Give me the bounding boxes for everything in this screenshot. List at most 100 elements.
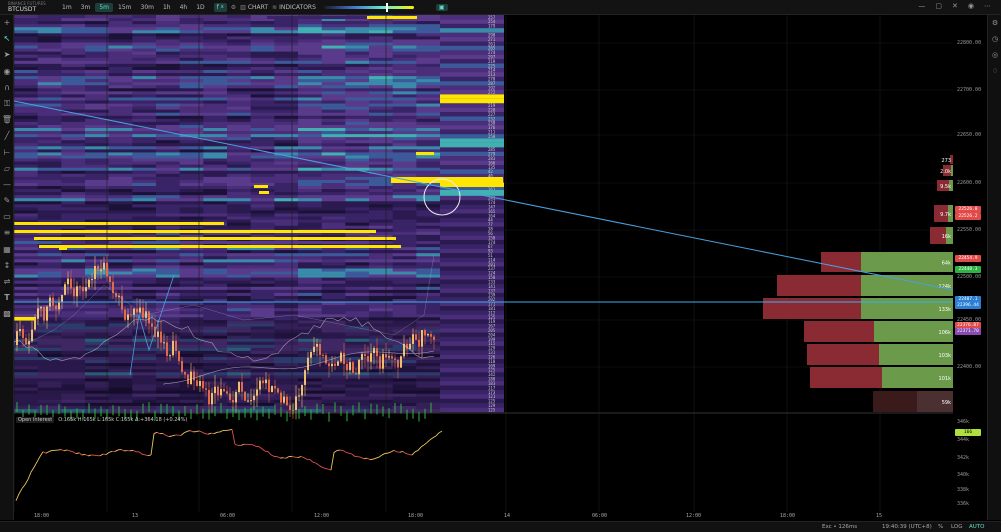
oi-legend: Open Interest O:165k H:165k L:165k C:165… xyxy=(16,417,187,423)
settings-icon[interactable]: ⚙ xyxy=(231,4,236,11)
fx-button[interactable]: fx xyxy=(213,2,227,12)
indicators-icon: ≋ xyxy=(272,3,278,11)
timeframe-1D[interactable]: 1D xyxy=(192,3,208,12)
pattern-icon[interactable]: ▦ xyxy=(0,242,14,258)
grid-icon[interactable]: ▩ xyxy=(0,306,14,322)
time-label: 18:00 xyxy=(408,513,424,519)
oi-last-tag: 166 xyxy=(955,429,981,436)
volume-label: 273 xyxy=(941,158,951,164)
chart-button[interactable]: ▥ CHART xyxy=(240,4,268,11)
layers-icon[interactable]: ◎ xyxy=(988,47,1001,63)
screenshot-icon[interactable]: ◉ xyxy=(968,2,974,10)
price-label: 22600.00 xyxy=(957,180,982,186)
arrow-icon[interactable]: ➤ xyxy=(0,47,14,63)
hline-icon[interactable]: — xyxy=(0,177,14,193)
oi-axis-label: 340k xyxy=(957,472,970,478)
rectangle-icon[interactable]: ▭ xyxy=(0,209,14,225)
timeframe-4h[interactable]: 4h xyxy=(176,3,192,12)
latency-indicator: Exc • 126ms xyxy=(822,524,858,530)
volume-label: 101k xyxy=(939,376,952,382)
range-icon[interactable]: ⇌ xyxy=(0,274,14,290)
channel-icon[interactable]: ≡ xyxy=(0,225,14,241)
measure-icon[interactable]: ↕ xyxy=(0,258,14,274)
time-label: 15 xyxy=(876,513,883,519)
price-label: 22550.00 xyxy=(957,227,982,233)
log-toggle[interactable]: LOG xyxy=(951,524,962,530)
volume-ask-bar xyxy=(804,321,874,342)
timeframe-1m[interactable]: 1m xyxy=(58,3,76,12)
trash-icon[interactable]: 🗑 xyxy=(0,112,14,128)
price-tag: 22526.0 xyxy=(955,206,981,213)
crosshair-icon[interactable]: + xyxy=(0,15,14,31)
volume-bid-bar xyxy=(861,252,953,272)
eye-icon[interactable]: ◉ xyxy=(0,64,14,80)
oi-values: O:165k H:165k L:165k C:165k Δ:+364.18 (+… xyxy=(58,417,188,423)
volume-ask-bar xyxy=(763,298,861,319)
top-toolbar: BINANCE FUTURES BTCUSDT 1m 3m 5m 15m 30m 1h 4h… xyxy=(0,0,1001,15)
volume-label: 9.7k xyxy=(940,212,951,218)
price-label: 22650.00 xyxy=(957,132,982,138)
timeframe-group: 1m 3m 5m 15m 30m 1h 4h 1D xyxy=(58,2,210,12)
auto-toggle[interactable]: AUTO xyxy=(969,524,984,530)
time-label: 12:00 xyxy=(314,513,330,519)
chart-canvas[interactable]: 2572541792122902712612652742972192252142… xyxy=(14,15,953,512)
price-label: 22400.00 xyxy=(957,364,982,370)
time-label: 12:00 xyxy=(686,513,702,519)
cursor-icon[interactable]: ↖ xyxy=(0,31,14,47)
indicators-button[interactable]: ≋ INDICATORS xyxy=(272,4,316,11)
watchlist-icon[interactable]: ⚙ xyxy=(988,15,1001,31)
time-label: 14 xyxy=(504,513,511,519)
volume-label: 59k xyxy=(942,400,951,406)
lock-icon[interactable]: ⚿ xyxy=(0,96,14,112)
minimize-icon[interactable]: — xyxy=(918,2,925,10)
text-icon[interactable]: T xyxy=(0,290,14,306)
timeframe-5m[interactable]: 5m xyxy=(95,2,114,12)
volume-label: 9.5k xyxy=(940,184,951,190)
timeframe-15m[interactable]: 15m xyxy=(114,3,135,12)
timeframe-3m[interactable]: 3m xyxy=(77,3,95,12)
fib-icon[interactable]: ⊢ xyxy=(0,145,14,161)
volume-ask-bar xyxy=(821,252,861,272)
oi-axis-label: 338k xyxy=(957,487,970,493)
price-tag: 22396.44 xyxy=(955,302,981,309)
open-interest-panel xyxy=(15,428,443,501)
heatmap-toggle[interactable]: ▣ xyxy=(435,3,448,11)
more-icon[interactable]: ⋯ xyxy=(984,2,991,10)
time-label: 18:00 xyxy=(34,513,50,519)
maximize-icon[interactable]: ▢ xyxy=(935,2,942,10)
volume-label: 2.0k xyxy=(940,169,951,175)
volume-label: 103k xyxy=(939,353,952,359)
time-label: 06:00 xyxy=(592,513,608,519)
volume-label: 106k xyxy=(939,330,952,336)
brush-icon[interactable]: ✎ xyxy=(0,193,14,209)
magnet-icon[interactable]: ∩ xyxy=(0,80,14,96)
symbol-selector[interactable]: BINANCE FUTURES BTCUSDT xyxy=(0,1,58,13)
line-tool-icon[interactable]: ╱ xyxy=(0,128,14,144)
price-tag: 22526.2 xyxy=(955,213,981,220)
price-axis[interactable]: 22800.00 22700.00 22650.00 22600.00 22550.00… xyxy=(953,15,987,512)
bell-icon[interactable]: ♢ xyxy=(988,63,1001,79)
price-tag: 22440.3 xyxy=(955,266,981,273)
oi-axis-label: 344k xyxy=(957,437,970,443)
timeframe-30m[interactable]: 30m xyxy=(137,3,158,12)
time-axis[interactable]: 18:00 13 06:00 12:00 18:00 14 06:00 12:00 18:00 1… xyxy=(14,512,953,521)
timeframe-1h[interactable]: 1h xyxy=(159,3,175,12)
price-label: 22700.00 xyxy=(957,87,982,93)
time-label: 06:00 xyxy=(220,513,236,519)
clock-icon[interactable]: ◷ xyxy=(988,31,1001,47)
oi-axis-label: 346k xyxy=(957,419,970,425)
oi-name: Open Interest xyxy=(16,417,55,423)
price-tag: 22371.70 xyxy=(955,328,981,335)
timezone-label[interactable]: 19:40:39 (UTC+8) xyxy=(882,524,932,530)
heatmap-intensity-slider[interactable] xyxy=(323,2,414,12)
close-icon[interactable]: ✕ xyxy=(952,2,958,10)
percent-toggle[interactable]: % xyxy=(938,524,943,530)
time-label: 13 xyxy=(132,513,139,519)
right-sidebar: ⚙ ◷ ◎ ♢ xyxy=(987,15,1001,520)
slider-knob[interactable] xyxy=(385,2,388,12)
volume-ask-bar xyxy=(810,367,882,388)
volume-ask-bar xyxy=(873,391,917,412)
window-controls: — ▢ ✕ ◉ ⋯ xyxy=(918,2,991,10)
volume-label: 64k xyxy=(942,261,951,267)
ruler-icon[interactable]: ▱ xyxy=(0,161,14,177)
